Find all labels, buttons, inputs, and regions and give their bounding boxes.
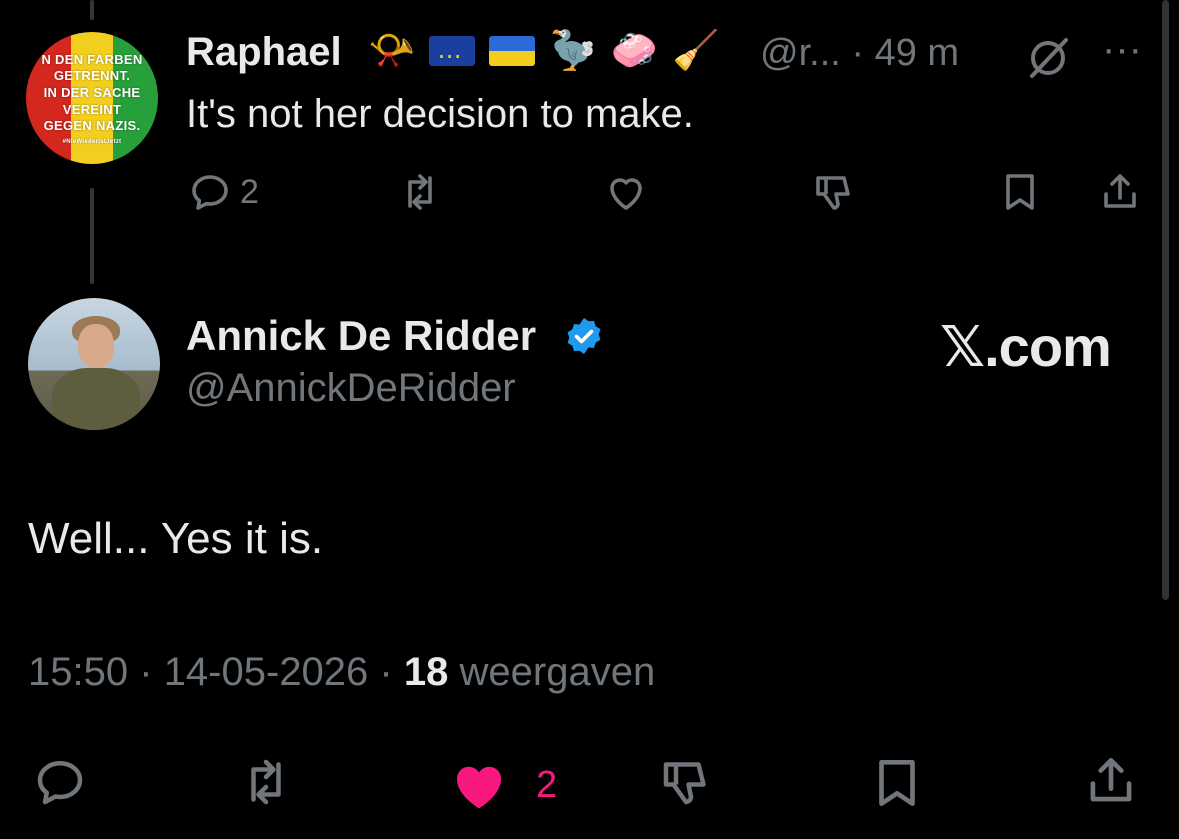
ukraine-flag-icon — [489, 36, 536, 66]
reply-button[interactable] — [30, 752, 90, 812]
bookmark-button[interactable] — [996, 168, 1044, 216]
tweet-time[interactable]: 15:50 — [28, 650, 128, 694]
reply-icon — [37, 761, 83, 805]
share-button[interactable] — [1080, 750, 1142, 812]
heart-filled-icon — [456, 766, 502, 809]
avatar-text-line: N DEN FARBEN — [41, 52, 143, 67]
broom-emoji: 🧹 — [671, 30, 720, 72]
reply-author-name[interactable]: Raphael — [186, 30, 342, 75]
bookmark-icon — [879, 760, 915, 806]
reply-handle-time[interactable]: @r... · 49 m — [760, 32, 959, 75]
reply-name-emojis: 📯 🦤 🧼 🧹 — [368, 26, 720, 82]
dodo-emoji: 🦤 — [549, 30, 597, 72]
bookmark-icon — [1006, 174, 1034, 210]
posthorn-emoji: 📯 — [368, 30, 416, 72]
dislike-button[interactable] — [810, 168, 858, 216]
avatar-raphael[interactable]: N DEN FARBEN GETRENNT. IN DER SACHE VERE… — [26, 32, 158, 164]
retweet-icon — [408, 174, 432, 210]
reply-actions: 2 — [0, 168, 1179, 220]
reply-button[interactable]: 2 — [186, 168, 259, 216]
eu-flag-icon — [429, 32, 476, 82]
separator: · — [379, 650, 393, 694]
share-icon — [1104, 174, 1136, 208]
tweet-meta: 15:50 · 14-05-2026 · 18 weergaven — [28, 650, 655, 695]
soap-emoji: 🧼 — [610, 30, 658, 72]
avatar-text-line: GETRENNT. — [53, 68, 131, 83]
tweet-author-name[interactable]: Annick De Ridder — [186, 312, 536, 360]
tweet-handle[interactable]: @AnnickDeRidder — [186, 366, 516, 411]
reply-text: It's not her decision to make. — [186, 92, 694, 136]
tweet-text: Well... Yes it is. — [28, 514, 324, 563]
retweet-button[interactable] — [396, 168, 444, 216]
like-button[interactable]: 2 — [446, 752, 557, 818]
separator: · — [139, 650, 153, 694]
reply-handle[interactable]: @r... — [760, 32, 841, 74]
avatar-annick[interactable] — [28, 298, 160, 430]
heart-icon — [610, 178, 642, 210]
like-count: 2 — [536, 763, 558, 806]
reply-time[interactable]: · 49 m — [851, 32, 959, 74]
bookmark-button[interactable] — [866, 752, 928, 814]
retweet-icon — [251, 759, 281, 805]
tweet-actions: 2 — [0, 748, 1179, 809]
share-icon — [1090, 758, 1132, 802]
share-button[interactable] — [1096, 168, 1144, 216]
views-label[interactable]: weergaven — [460, 650, 656, 694]
avatar-text-line: #NieWiederIstJetzt — [62, 139, 122, 145]
thumbs-down-icon — [816, 176, 850, 210]
avatar-text-line: GEGEN NAZIS. — [43, 118, 141, 133]
verified-badge-icon[interactable] — [564, 316, 604, 356]
retweet-button[interactable] — [236, 752, 296, 812]
thumbs-down-icon — [663, 762, 706, 805]
reply-count: 2 — [240, 172, 259, 211]
scrollbar[interactable] — [1162, 0, 1169, 600]
like-button[interactable] — [602, 168, 650, 216]
tweet-date[interactable]: 14-05-2026 — [164, 650, 369, 694]
thread-line-top — [90, 0, 94, 20]
dislike-button[interactable] — [656, 752, 716, 812]
reply-icon — [192, 175, 228, 210]
grok-icon[interactable] — [1024, 34, 1072, 82]
views-count[interactable]: 18 — [404, 650, 449, 694]
avatar-text-line: VEREINT — [62, 102, 122, 117]
x-com-brand: 𝕏.com — [940, 315, 1112, 378]
avatar-text-line: IN DER SACHE — [43, 85, 141, 100]
more-options-icon[interactable]: ··· — [1102, 29, 1142, 69]
